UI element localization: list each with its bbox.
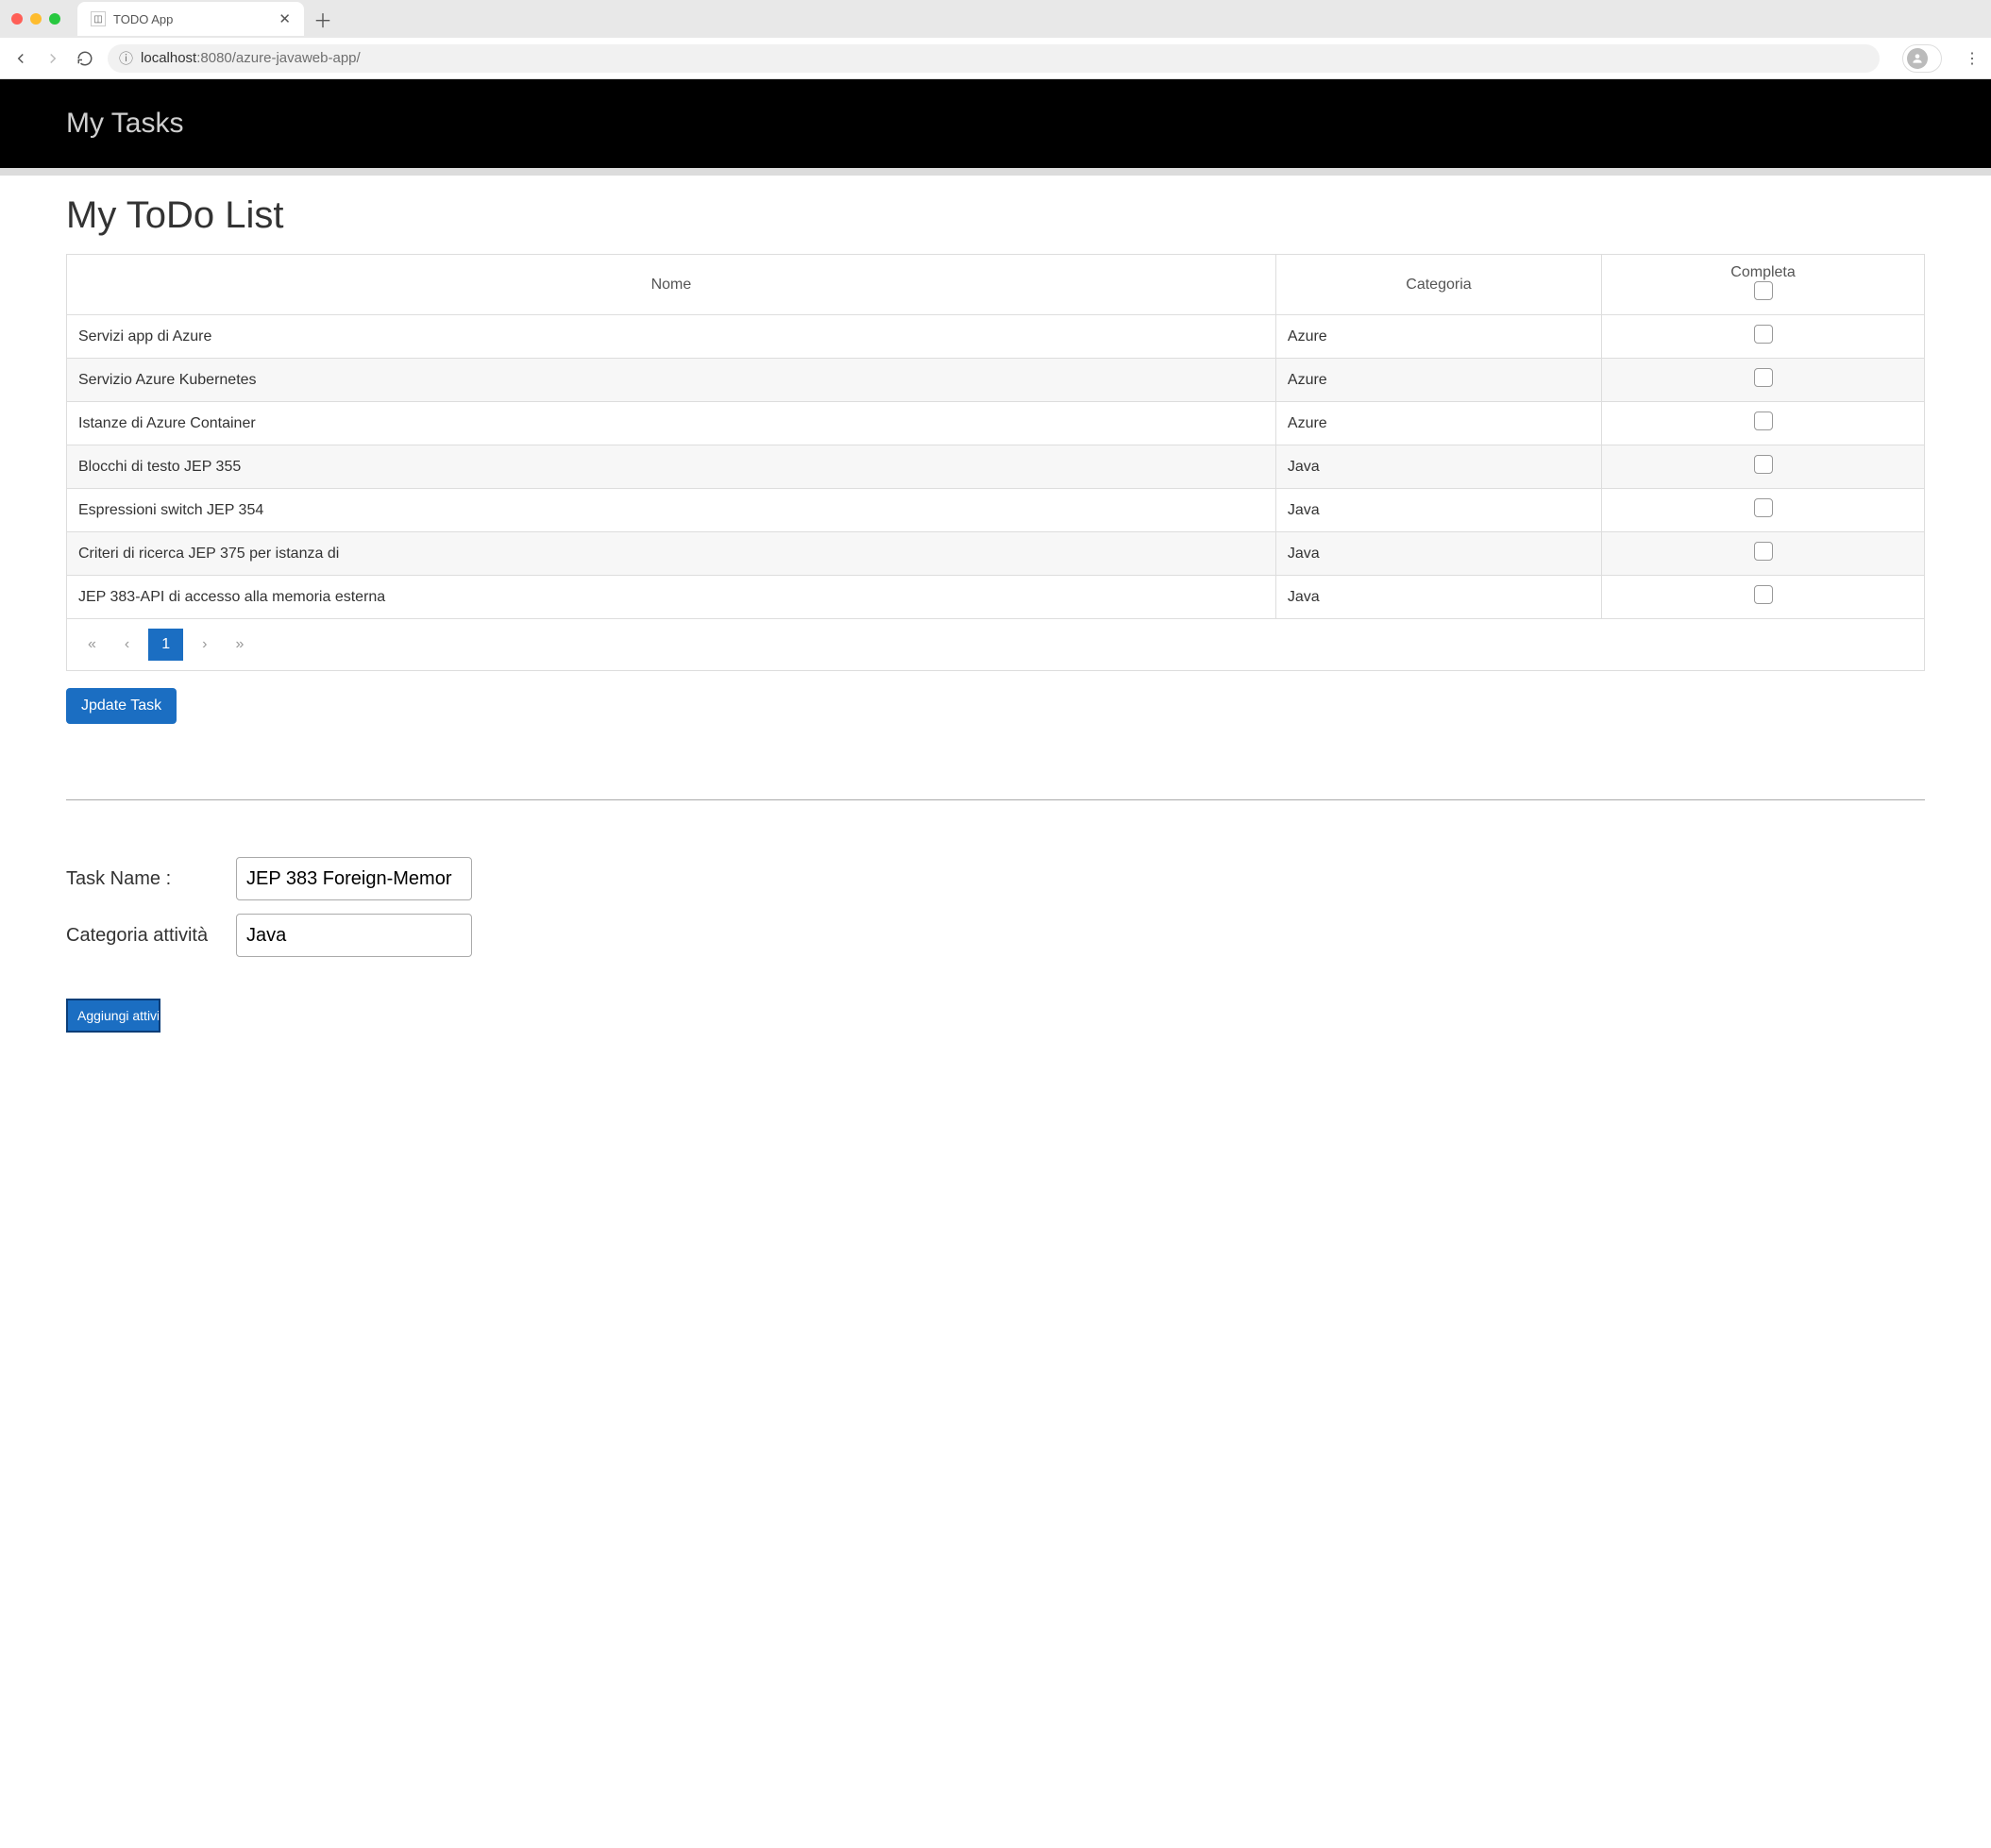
col-header-category: Categoria	[1275, 255, 1601, 315]
cell-complete	[1602, 576, 1925, 619]
category-input[interactable]	[1288, 546, 1330, 563]
pager-prev-button[interactable]: ‹	[115, 630, 139, 659]
category-input[interactable]	[1288, 372, 1330, 389]
todo-table: Nome Categoria Completa Servizi app di A…	[66, 254, 1925, 671]
pager-last-button[interactable]: »	[226, 630, 253, 659]
form-row-task-name: Task Name :	[66, 857, 1925, 900]
table-row: Blocchi di testo JEP 355	[67, 445, 1925, 489]
page-title: My ToDo List	[66, 194, 1925, 237]
add-task-button[interactable]: Aggiungi attività	[66, 999, 160, 1033]
pager-next-button[interactable]: ›	[193, 630, 216, 659]
category-input[interactable]	[1288, 415, 1330, 432]
favicon-icon: ◫	[91, 11, 106, 26]
cell-name: JEP 383-API di accesso alla memoria este…	[67, 576, 1276, 619]
address-port: :8080	[196, 50, 232, 66]
complete-checkbox[interactable]	[1754, 412, 1773, 430]
cell-name: Criteri di ricerca JEP 375 per istanza d…	[67, 532, 1276, 576]
complete-checkbox[interactable]	[1754, 325, 1773, 344]
banner-title: My Tasks	[66, 108, 183, 139]
pager-first-button[interactable]: «	[78, 630, 106, 659]
main-content: My ToDo List Nome Categoria Completa Ser…	[0, 176, 1991, 1070]
reload-button[interactable]	[76, 50, 94, 67]
tab-title: TODO App	[113, 12, 173, 26]
cell-complete	[1602, 532, 1925, 576]
maximize-window-icon[interactable]	[49, 13, 60, 25]
table-row: Criteri di ricerca JEP 375 per istanza d…	[67, 532, 1925, 576]
cell-category	[1275, 402, 1601, 445]
forward-button[interactable]	[43, 50, 62, 67]
table-row: Istanze di Azure Container	[67, 402, 1925, 445]
task-category-label: Categoria attività	[66, 925, 227, 947]
section-divider	[66, 799, 1925, 800]
col-header-complete: Completa	[1602, 255, 1925, 315]
address-path: /azure-javaweb-app/	[232, 50, 361, 66]
table-row: JEP 383-API di accesso alla memoria este…	[67, 576, 1925, 619]
task-category-input[interactable]	[236, 914, 472, 957]
category-input[interactable]	[1288, 502, 1330, 519]
table-row: Espressioni switch JEP 354	[67, 489, 1925, 532]
close-tab-icon[interactable]: ✕	[278, 10, 291, 27]
tab-bar: ◫ TODO App ✕ ＋	[0, 0, 1991, 38]
complete-checkbox[interactable]	[1754, 585, 1773, 604]
cell-complete	[1602, 445, 1925, 489]
cell-category	[1275, 532, 1601, 576]
close-window-icon[interactable]	[11, 13, 23, 25]
update-task-button[interactable]: Jpdate Task	[66, 688, 177, 724]
cell-category	[1275, 315, 1601, 359]
complete-checkbox[interactable]	[1754, 368, 1773, 387]
site-info-icon[interactable]: ⓘ	[119, 48, 133, 68]
cell-category	[1275, 576, 1601, 619]
address-host: localhost	[141, 50, 196, 66]
cell-name: Espressioni switch JEP 354	[67, 489, 1276, 532]
user-icon	[1907, 48, 1928, 69]
address-bar-row: ⓘ localhost:8080/azure-javaweb-app/ ⋮	[0, 38, 1991, 79]
cell-name: Servizi app di Azure	[67, 315, 1276, 359]
minimize-window-icon[interactable]	[30, 13, 42, 25]
cell-complete	[1602, 402, 1925, 445]
col-header-name: Nome	[67, 255, 1276, 315]
task-name-input[interactable]	[236, 857, 472, 900]
pager-current-page[interactable]: 1	[148, 629, 183, 661]
cell-name: Blocchi di testo JEP 355	[67, 445, 1276, 489]
col-header-complete-label: Completa	[1613, 264, 1913, 281]
cell-name: Servizio Azure Kubernetes	[67, 359, 1276, 402]
complete-checkbox[interactable]	[1754, 455, 1773, 474]
table-row: Servizio Azure Kubernetes	[67, 359, 1925, 402]
new-tab-button[interactable]: ＋	[313, 6, 332, 33]
task-name-label: Task Name :	[66, 868, 227, 890]
form-row-task-category: Categoria attività	[66, 914, 1925, 957]
cell-complete	[1602, 489, 1925, 532]
cell-name: Istanze di Azure Container	[67, 402, 1276, 445]
window-controls	[11, 13, 60, 25]
app-banner: My Tasks	[0, 79, 1991, 168]
select-all-checkbox[interactable]	[1754, 281, 1773, 300]
browser-tab[interactable]: ◫ TODO App ✕	[77, 2, 304, 36]
cell-category	[1275, 359, 1601, 402]
category-input[interactable]	[1288, 589, 1330, 606]
cell-complete	[1602, 359, 1925, 402]
divider-strip	[0, 168, 1991, 176]
table-row: Servizi app di Azure	[67, 315, 1925, 359]
address-bar[interactable]: ⓘ localhost:8080/azure-javaweb-app/	[108, 44, 1880, 73]
profile-button[interactable]	[1902, 44, 1942, 73]
category-input[interactable]	[1288, 328, 1330, 345]
complete-checkbox[interactable]	[1754, 498, 1773, 517]
category-input[interactable]	[1288, 459, 1330, 476]
complete-checkbox[interactable]	[1754, 542, 1773, 561]
browser-menu-button[interactable]: ⋮	[1965, 49, 1980, 68]
cell-category	[1275, 489, 1601, 532]
back-button[interactable]	[11, 50, 30, 67]
cell-category	[1275, 445, 1601, 489]
pager: « ‹ 1 › »	[78, 629, 253, 661]
browser-chrome: ◫ TODO App ✕ ＋ ⓘ localhost:8080/azure-ja…	[0, 0, 1991, 79]
cell-complete	[1602, 315, 1925, 359]
